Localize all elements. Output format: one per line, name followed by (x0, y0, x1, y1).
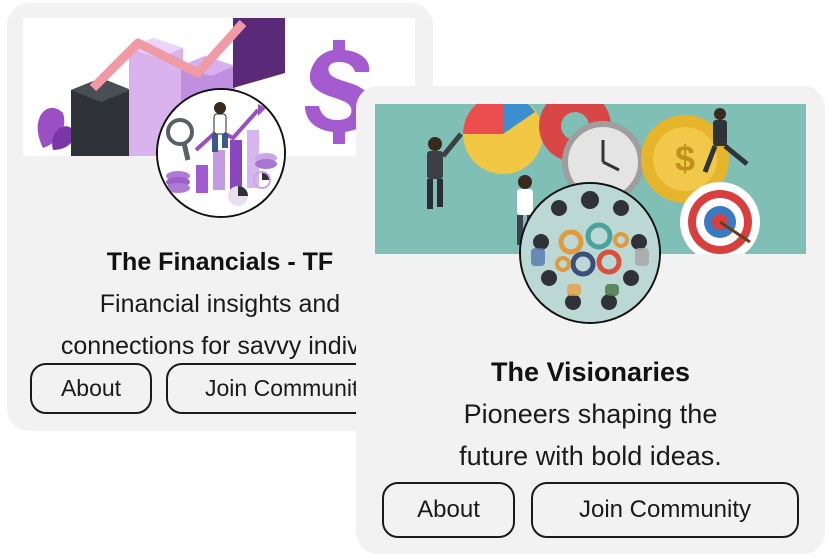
financials-avatar (156, 88, 286, 218)
community-card-visionaries[interactable]: $ The Visionaries Pioneers shaping the f… (356, 86, 825, 554)
description-line: future with bold ideas. (459, 441, 722, 471)
community-description: Pioneers shaping the future with bold id… (356, 393, 825, 477)
gears-teamwork-illustration (521, 184, 659, 322)
community-cards-stage: The Financials - TF Financial insights a… (0, 0, 828, 557)
description-line: Pioneers shaping the (463, 399, 718, 429)
visionaries-avatar (519, 182, 661, 324)
join-community-button[interactable]: Join Community (531, 482, 799, 538)
svg-text:$: $ (675, 138, 695, 179)
community-title: The Visionaries (490, 357, 691, 387)
about-button[interactable]: About (30, 363, 152, 414)
about-button[interactable]: About (382, 482, 515, 538)
